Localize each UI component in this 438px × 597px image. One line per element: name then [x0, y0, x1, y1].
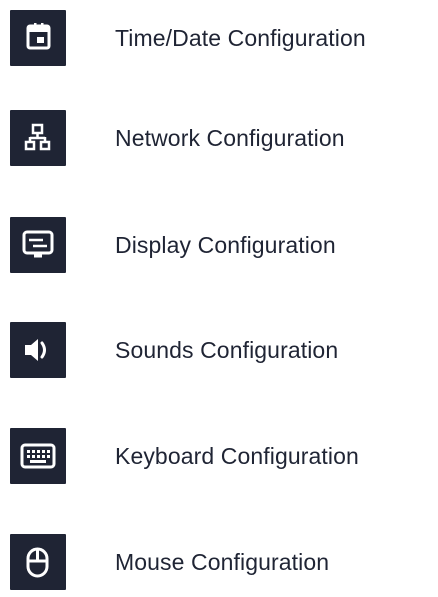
menu-item-label: Network Configuration: [115, 125, 345, 151]
configuration-menu: Time/Date Configuration Network Configur…: [0, 0, 438, 597]
mouse-icon: [10, 534, 66, 590]
menu-item-time-date[interactable]: Time/Date Configuration: [0, 0, 438, 66]
network-icon: [10, 110, 66, 166]
menu-item-label: Mouse Configuration: [115, 549, 330, 575]
menu-item-network[interactable]: Network Configuration: [0, 100, 438, 166]
menu-item-sounds[interactable]: Sounds Configuration: [0, 312, 438, 378]
menu-item-label: Keyboard Configuration: [115, 443, 359, 469]
menu-item-keyboard[interactable]: Keyboard Configuration: [0, 418, 438, 484]
menu-item-display[interactable]: Display Configuration: [0, 207, 438, 273]
keyboard-icon: [10, 428, 66, 484]
menu-item-label: Display Configuration: [115, 232, 336, 258]
speaker-icon: [10, 322, 66, 378]
menu-item-label: Sounds Configuration: [115, 337, 339, 363]
menu-item-mouse[interactable]: Mouse Configuration: [0, 524, 438, 590]
display-icon: [10, 217, 66, 273]
menu-item-label: Time/Date Configuration: [115, 25, 366, 51]
calendar-icon: [10, 10, 66, 66]
